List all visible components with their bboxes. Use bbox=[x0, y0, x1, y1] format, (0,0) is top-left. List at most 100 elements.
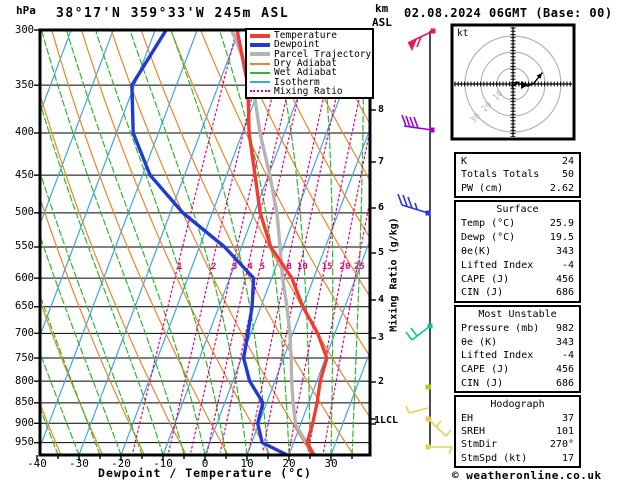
panel-row: CAPE (J) 456 bbox=[461, 273, 574, 286]
pressure-tick-label: 650 bbox=[15, 300, 34, 313]
km-tick-label: 8 bbox=[378, 104, 385, 115]
pressure-tick-label: 800 bbox=[15, 374, 34, 387]
mixing-ratio-value-label: 20 bbox=[340, 262, 351, 272]
panel-row-label: Dewp (°C) bbox=[461, 232, 516, 244]
wind-barb-level-dot bbox=[425, 384, 431, 390]
mixing-ratio-axis-label: Mixing Ratio (g/kg) bbox=[388, 217, 400, 332]
mixing-ratio-line bbox=[132, 31, 238, 453]
panel-row-label: CIN (J) bbox=[461, 287, 504, 299]
wind-barb-level-dot bbox=[430, 28, 436, 34]
panel-row-value: 456 bbox=[555, 273, 574, 285]
panel-row: CIN (J) 686 bbox=[461, 377, 574, 390]
panel-row-value: 686 bbox=[555, 377, 574, 389]
panel-row-value: 101 bbox=[555, 425, 574, 437]
panel-row-label: CIN (J) bbox=[461, 377, 504, 389]
panel-row-value: 25.9 bbox=[549, 218, 574, 230]
km-tick-label: 6 bbox=[378, 202, 385, 213]
wind-barb-level-dot bbox=[429, 127, 435, 133]
legend-swatch-isotherm bbox=[250, 81, 270, 84]
legend-swatch-wet-adiabat bbox=[250, 71, 270, 74]
panel-row-label: CAPE (J) bbox=[461, 273, 510, 285]
panel-row-label: Totals Totals bbox=[461, 169, 540, 181]
wet-adiabat-line bbox=[41, 31, 185, 454]
panel-row: K 24 bbox=[461, 155, 574, 168]
panel-row-label: Lifted Index bbox=[461, 259, 534, 271]
pressure-tick-label: 900 bbox=[15, 416, 34, 429]
panel-row-value: 343 bbox=[555, 245, 574, 257]
pressure-tick-label: 850 bbox=[15, 396, 34, 409]
panel-row-value: 343 bbox=[555, 336, 574, 348]
pressure-tick-label: 300 bbox=[15, 23, 34, 36]
pressure-tick-label: 700 bbox=[15, 326, 34, 339]
altitude-axis-unit-asl: ASL bbox=[372, 16, 392, 29]
panel-row-label: Lifted Index bbox=[461, 350, 534, 362]
panel-row: Temp (°C) 25.9 bbox=[461, 217, 574, 230]
panel-row: CAPE (J) 456 bbox=[461, 363, 574, 376]
legend-swatch-mixing-ratio bbox=[250, 90, 270, 93]
panel-row-value: 19.5 bbox=[549, 232, 574, 244]
wind-barb-column bbox=[397, 28, 453, 455]
legend-item: Mixing Ratio bbox=[250, 87, 370, 96]
temperature-tick-label: -30 bbox=[69, 457, 89, 470]
hodograph-ring-label: 20 bbox=[480, 100, 494, 114]
page-title: 38°17'N 359°33'W 245m ASL bbox=[56, 6, 290, 21]
km-tick-label: 4 bbox=[378, 294, 385, 305]
legend-swatch-dewpoint bbox=[250, 42, 270, 47]
wind-barb bbox=[397, 193, 431, 216]
panel-row-value: 456 bbox=[555, 363, 574, 375]
panel-row-label: CAPE (J) bbox=[461, 363, 510, 375]
km-tick-label: 7 bbox=[378, 156, 385, 167]
mixing-ratio-value-label: 25 bbox=[354, 262, 365, 272]
panel-row: Pressure (mb) 982 bbox=[461, 322, 574, 335]
panel-row-label: Pressure (mb) bbox=[461, 322, 540, 334]
temperature-tick-label: 20 bbox=[282, 457, 296, 470]
mixing-ratio-value-label: 15 bbox=[322, 262, 333, 272]
dry-adiabat-line bbox=[588, 30, 629, 454]
wind-barb bbox=[405, 405, 429, 414]
pressure-tick-label: 450 bbox=[15, 168, 34, 181]
panel-row-value: 686 bbox=[555, 287, 574, 299]
mixing-ratio-value-label: 5 bbox=[260, 262, 265, 272]
wind-barb-level-dot bbox=[425, 210, 431, 216]
panel-row-value: 2.62 bbox=[549, 182, 574, 194]
panel-row-value: 270° bbox=[549, 439, 574, 451]
mixing-ratio-value-label: 3 bbox=[232, 262, 237, 272]
mixing-ratio-value-label: 10 bbox=[297, 262, 308, 272]
panel-row-label: θe (K) bbox=[461, 336, 498, 348]
panel-surface: Surface Temp (°C) 25.9 Dewp (°C) 19.5 θe(K) 34… bbox=[454, 200, 581, 303]
wind-barb bbox=[405, 323, 433, 341]
panel-row: PW (cm) 2.62 bbox=[461, 182, 574, 195]
panel-row: θe (K) 343 bbox=[461, 336, 574, 349]
panel-row-label: K bbox=[461, 156, 468, 168]
hodograph-unit-label: kt bbox=[457, 28, 469, 39]
panel-row: Lifted Index -4 bbox=[461, 259, 574, 272]
temperature-tick-label: -40 bbox=[27, 457, 47, 470]
temperature-tick-label: -20 bbox=[111, 457, 131, 470]
panel-row-value: -4 bbox=[561, 259, 574, 271]
legend-label: Wet Adiabat bbox=[274, 67, 337, 79]
wind-barb bbox=[425, 384, 431, 390]
lcl-label: 1LCL bbox=[374, 415, 399, 426]
panel-row: Lifted Index -4 bbox=[461, 349, 574, 362]
storm-motion-marker bbox=[521, 81, 528, 89]
legend-swatch-parcel-trajectory bbox=[250, 52, 270, 57]
pressure-axis-unit: hPa bbox=[16, 4, 36, 17]
wind-barb-level-dot bbox=[425, 416, 431, 422]
panel-row: StmSpd (kt) 17 bbox=[461, 452, 574, 465]
panel-header: Surface bbox=[496, 204, 539, 216]
km-tick-label: 2 bbox=[378, 376, 385, 387]
dry-adiabat-line bbox=[81, 31, 270, 454]
panel-row: Dewp (°C) 19.5 bbox=[461, 231, 574, 244]
temperature-tick-label: 30 bbox=[324, 457, 338, 470]
temperature-tick-label: -10 bbox=[153, 457, 173, 470]
panel-most-unstable: Most Unstable Pressure (mb) 982 θe (K) 343 Li… bbox=[454, 305, 581, 393]
panel-row-label: StmDir bbox=[461, 439, 498, 451]
panel-row-label: Temp (°C) bbox=[461, 218, 516, 230]
altitude-axis-unit-km: km bbox=[375, 2, 389, 15]
panel-row-label: θe(K) bbox=[461, 245, 492, 257]
copyright: © weatheronline.co.uk bbox=[452, 469, 602, 482]
panel-header: Most Unstable bbox=[478, 309, 557, 321]
wind-barb bbox=[425, 444, 453, 455]
panel-row: SREH 101 bbox=[461, 425, 574, 438]
panel-indices: K 24 Totals Totals 50 PW (cm) 2.62 bbox=[454, 152, 581, 198]
